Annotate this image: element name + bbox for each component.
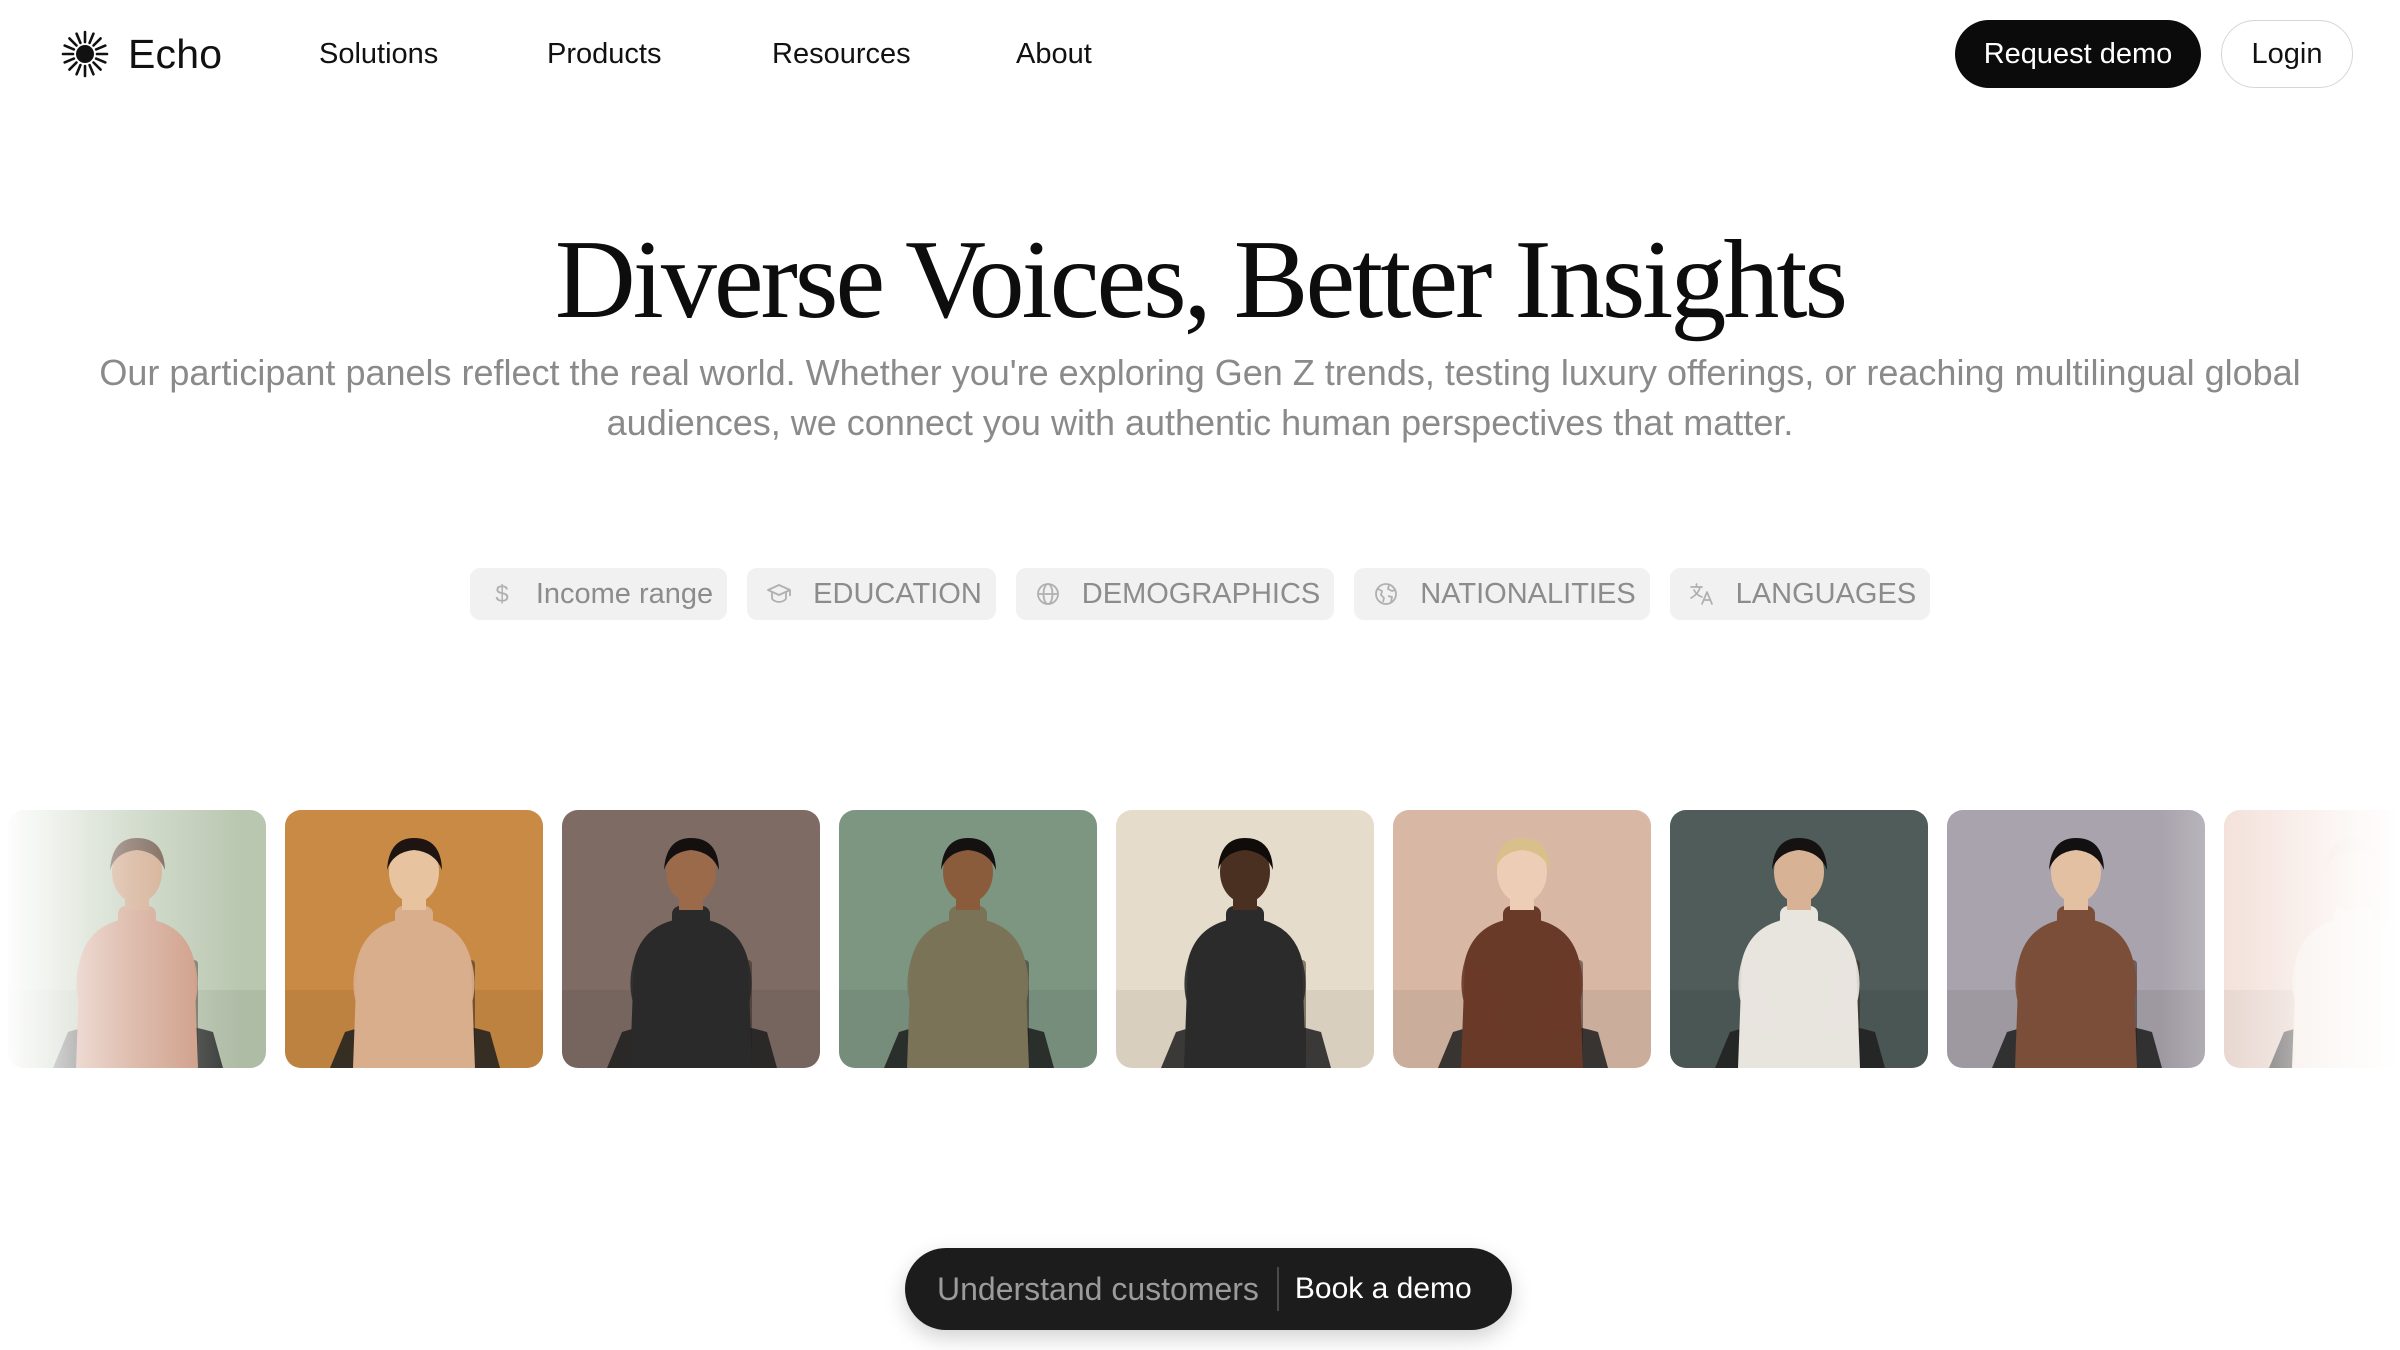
site-header: Echo Solutions Products Resources About … <box>0 0 2400 108</box>
portrait-image <box>8 810 266 1068</box>
portrait-image <box>285 810 543 1068</box>
portrait-card <box>839 810 1097 1068</box>
cta-divider <box>1276 1267 1279 1311</box>
translate-icon <box>1688 580 1716 608</box>
filter-chip-label: NATIONALITIES <box>1420 577 1636 610</box>
portrait-image <box>562 810 820 1068</box>
svg-text:$: $ <box>495 581 508 607</box>
portrait-card <box>8 810 266 1068</box>
earth-icon <box>1372 580 1400 608</box>
filter-chip-nationalities[interactable]: NATIONALITIES <box>1354 568 1650 620</box>
filter-chip-label: LANGUAGES <box>1735 577 1917 610</box>
portrait-card <box>562 810 820 1068</box>
floating-cta-bar: Understand customers Book a demo <box>905 1248 1512 1330</box>
portrait-card <box>285 810 543 1068</box>
portrait-image <box>839 810 1097 1068</box>
login-button[interactable]: Login <box>2221 20 2353 88</box>
portrait-card <box>1116 810 1374 1068</box>
filter-chips: $ Income range EDUCATION DEMOGRAPHICS NA… <box>0 568 2400 620</box>
sunburst-icon <box>60 29 110 79</box>
filter-chip-label: DEMOGRAPHICS <box>1081 577 1321 610</box>
filter-chip-demographics[interactable]: DEMOGRAPHICS <box>1015 568 1335 620</box>
brand-name: Echo <box>128 30 223 77</box>
brand-logo-link[interactable]: Echo <box>60 28 222 80</box>
globe-icon <box>1034 580 1062 608</box>
portrait-image <box>1947 810 2205 1068</box>
portrait-image <box>1393 810 1651 1068</box>
portrait-card <box>1947 810 2205 1068</box>
dollar-icon: $ <box>488 580 516 608</box>
nav-about[interactable]: About <box>1016 34 1092 74</box>
cta-tagline: Understand customers <box>937 1270 1259 1307</box>
portrait-card <box>1393 810 1651 1068</box>
portrait-image <box>1670 810 1928 1068</box>
hero-subtitle: Our participant panels reflect the real … <box>99 352 2301 443</box>
portrait-card <box>1670 810 1928 1068</box>
portrait-card <box>2224 810 2400 1068</box>
filter-chip-label: Income range <box>535 577 714 610</box>
portrait-carousel[interactable] <box>0 810 2400 1068</box>
nav-products[interactable]: Products <box>547 34 661 74</box>
filter-chip-label: EDUCATION <box>813 577 982 610</box>
nav-resources[interactable]: Resources <box>772 34 911 74</box>
nav-solutions[interactable]: Solutions <box>319 34 438 74</box>
book-demo-button[interactable]: Book a demo <box>1295 1272 1472 1306</box>
filter-chip-income-range[interactable]: $ Income range <box>469 568 728 620</box>
graduation-cap-icon <box>765 580 793 608</box>
portrait-image <box>1116 810 1374 1068</box>
hero-title: Diverse Voices, Better Insights <box>554 218 1848 342</box>
request-demo-button[interactable]: Request demo <box>1955 20 2201 88</box>
portrait-image <box>2224 810 2400 1068</box>
filter-chip-education[interactable]: EDUCATION <box>747 568 996 620</box>
filter-chip-languages[interactable]: LANGUAGES <box>1669 568 1931 620</box>
